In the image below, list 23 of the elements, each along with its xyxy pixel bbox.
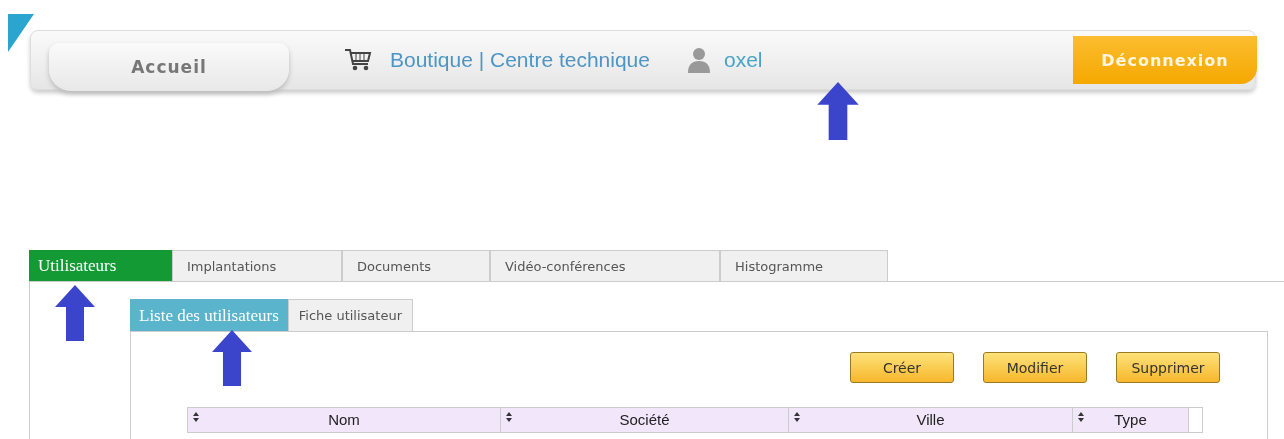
column-header[interactable]: Type <box>1073 408 1189 432</box>
column-header[interactable]: Nom <box>188 408 501 432</box>
tab[interactable]: Utilisateurs <box>29 250 172 281</box>
sub-tab[interactable]: Fiche utilisateur <box>287 299 414 331</box>
corner-ribbon-icon <box>8 14 34 54</box>
tab[interactable]: Vidéo-conférences <box>490 250 720 281</box>
action-button[interactable]: Créer <box>850 352 954 383</box>
sort-icon <box>193 412 199 422</box>
column-header[interactable]: Ville <box>789 408 1073 432</box>
tab[interactable]: Documents <box>342 250 490 281</box>
cart-icon <box>344 48 372 72</box>
arrow-icon <box>212 330 252 386</box>
user-icon <box>687 47 710 73</box>
tab[interactable]: Implantations <box>172 250 342 281</box>
arrow-icon <box>55 285 95 341</box>
sort-icon <box>794 412 800 422</box>
action-button[interactable]: Modifier <box>983 352 1087 383</box>
sort-icon <box>1078 412 1084 422</box>
tab[interactable]: Histogramme <box>720 250 888 281</box>
column-header[interactable]: Société <box>501 408 789 432</box>
home-button[interactable]: Accueil <box>49 43 289 91</box>
action-button[interactable]: Supprimer <box>1116 352 1220 383</box>
sort-icon <box>506 412 512 422</box>
